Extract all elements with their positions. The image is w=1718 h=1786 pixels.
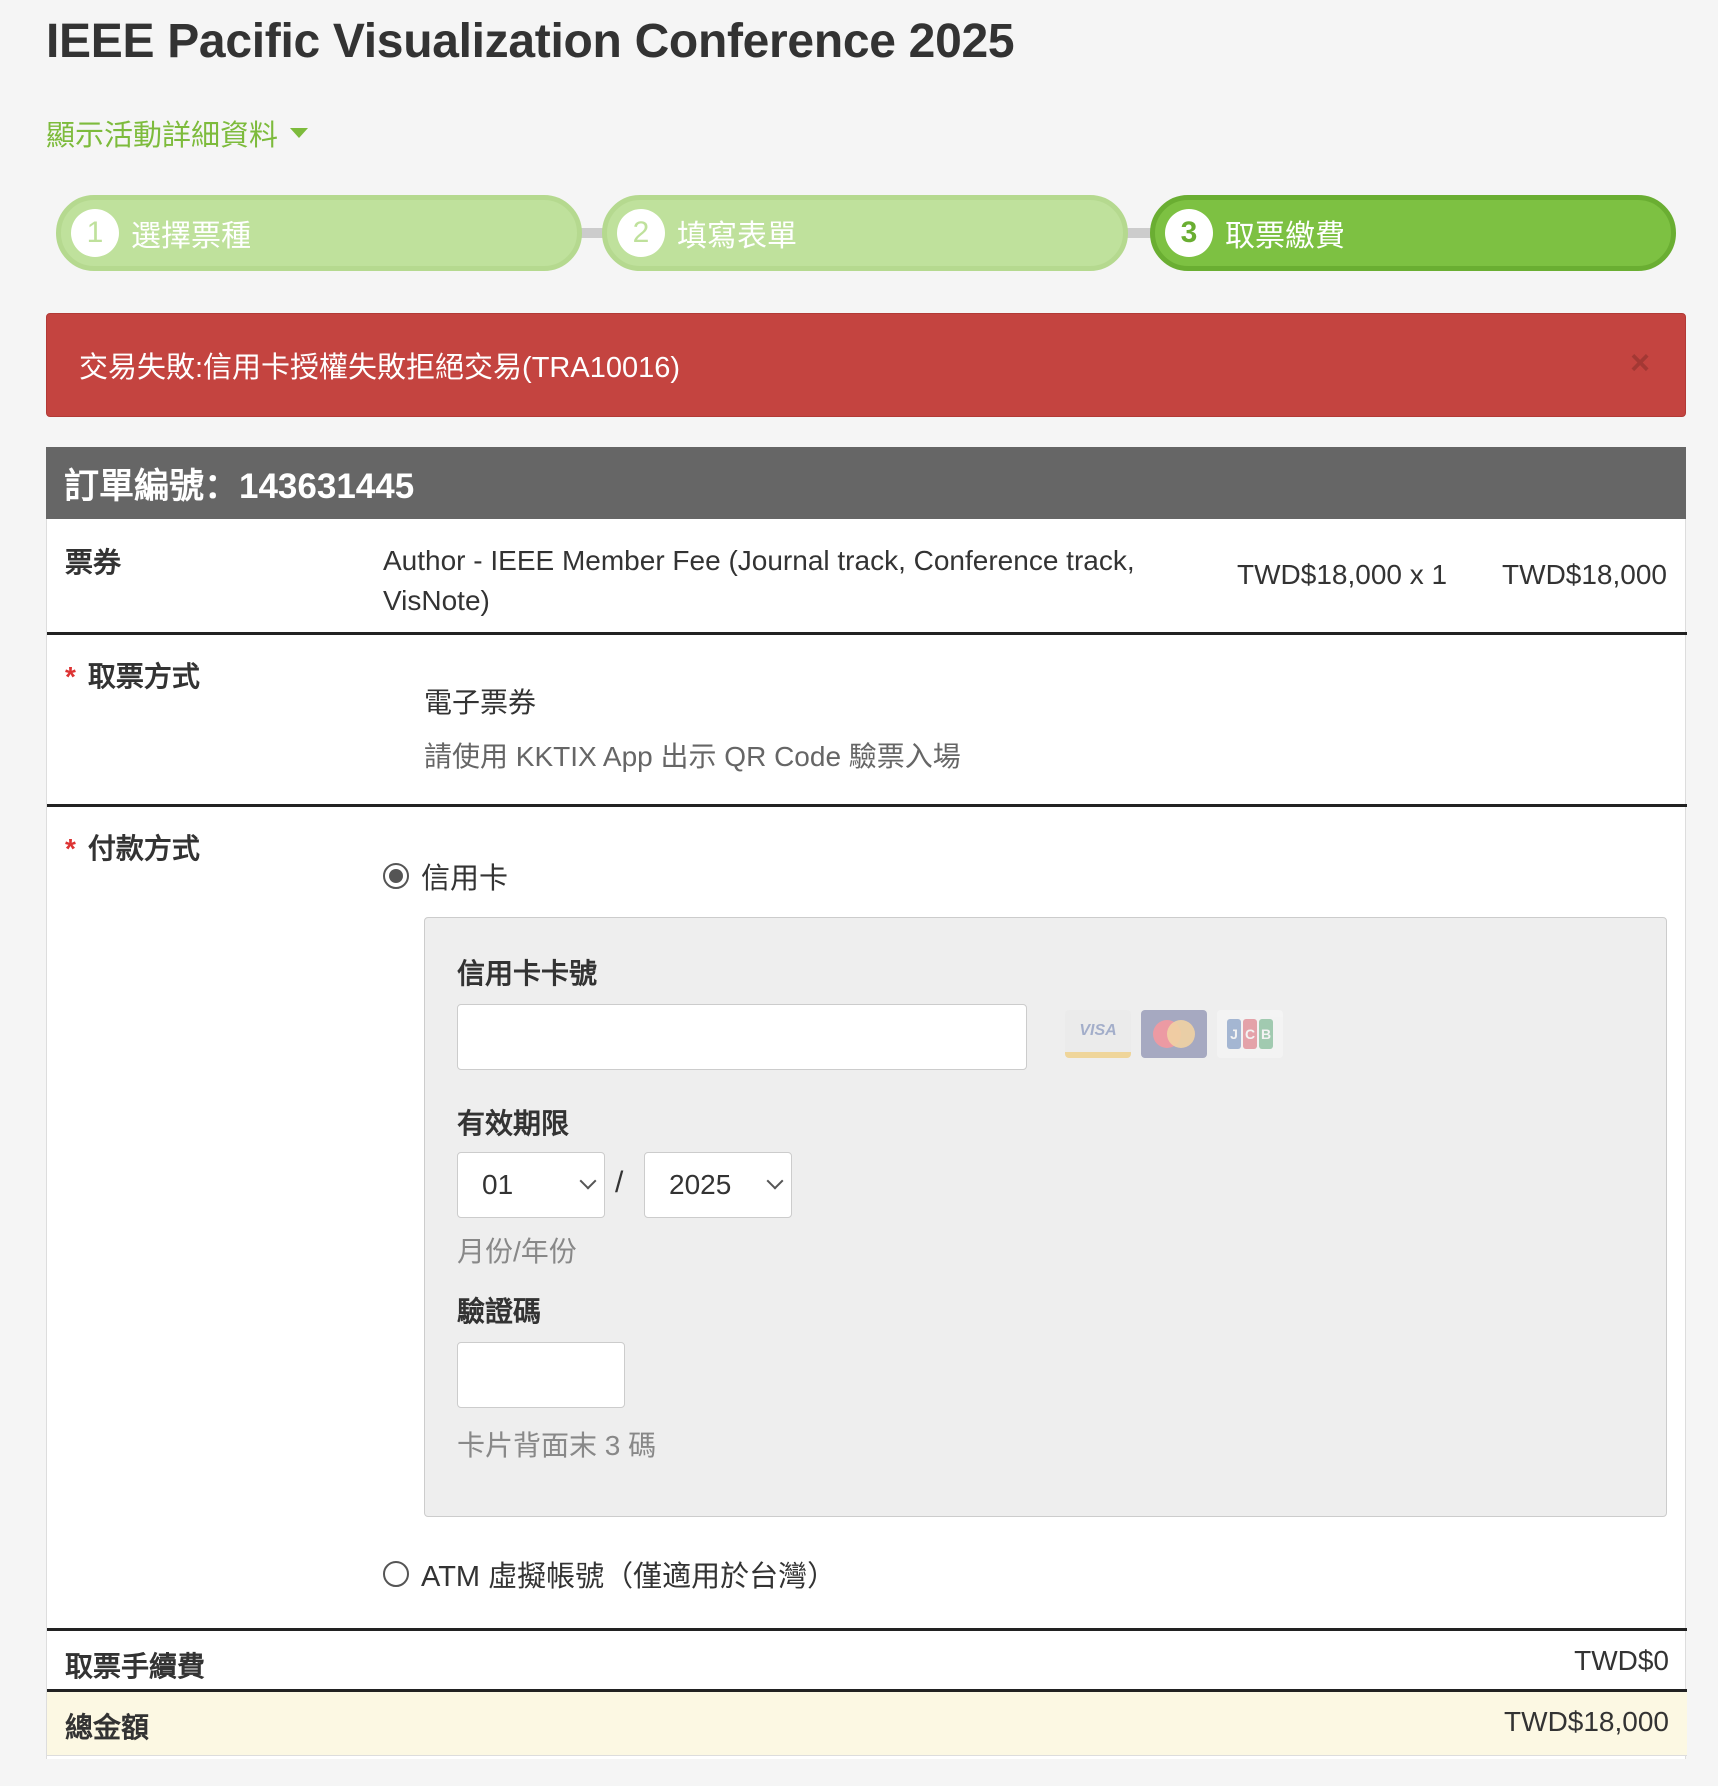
expiry-year-select[interactable]: 2025	[644, 1152, 792, 1218]
ticket-unit-price: TWD$18,000 x 1	[1237, 559, 1448, 590]
event-title: IEEE Pacific Visualization Conference 20…	[46, 15, 1015, 68]
credit-card-panel: 信用卡卡號 VISA JCB 有效期限 01 / 2025 月份/年份 驗證碼 …	[424, 917, 1667, 1517]
step-number: 3	[1165, 209, 1213, 257]
visa-icon: VISA	[1065, 1010, 1131, 1058]
total-label: 總金額	[65, 1712, 150, 1743]
expiry-separator: /	[615, 1166, 624, 1199]
progress-steps: 1 選擇票種 2 填寫表單 3 取票繳費	[56, 195, 1676, 271]
cvc-help: 卡片背面末 3 碼	[457, 1430, 657, 1461]
close-icon[interactable]: ×	[1625, 346, 1655, 380]
expiry-month-value: 01	[482, 1169, 514, 1200]
order-details: 票券 Author - IEEE Member Fee (Journal tra…	[46, 519, 1687, 1759]
step-number: 1	[71, 209, 119, 257]
step-select-ticket: 1 選擇票種	[56, 195, 582, 271]
chevron-down-icon	[766, 1172, 784, 1190]
delivery-method: 電子票券	[424, 687, 537, 718]
fee-label: 取票手續費	[65, 1651, 206, 1682]
card-number-label: 信用卡卡號	[457, 958, 598, 989]
fee-amount: TWD$0	[1574, 1645, 1669, 1676]
mastercard-icon	[1141, 1010, 1207, 1058]
order-number-header: 訂單編號：143631445	[46, 447, 1686, 519]
required-asterisk: *	[65, 661, 76, 692]
expiry-month-select[interactable]: 01	[457, 1152, 605, 1218]
step-label: 填寫表單	[677, 220, 797, 253]
ticket-total: TWD$18,000	[1502, 559, 1667, 590]
payment-label: * 付款方式	[65, 833, 200, 864]
checkout-page: IEEE Pacific Visualization Conference 20…	[0, 0, 1718, 1786]
step-payment: 3 取票繳費	[1150, 195, 1676, 271]
cvc-input[interactable]	[457, 1342, 625, 1408]
divider	[47, 804, 1687, 807]
error-alert: 交易失敗:信用卡授權失敗拒絕交易(TRA10016) ×	[46, 313, 1686, 417]
cvc-label: 驗證碼	[457, 1296, 542, 1327]
jcb-icon: JCB	[1217, 1010, 1283, 1058]
expiry-label: 有效期限	[457, 1108, 570, 1139]
delivery-label: * 取票方式	[65, 661, 200, 692]
expiry-year-value: 2025	[669, 1169, 732, 1200]
radio-label: ATM 虛擬帳號（僅適用於台灣）	[421, 1561, 837, 1593]
show-event-details-link[interactable]: 顯示活動詳細資料	[46, 112, 309, 154]
delivery-note: 請使用 KKTIX App 出示 QR Code 驗票入場	[424, 741, 961, 772]
step-number: 2	[617, 209, 665, 257]
chevron-down-icon	[579, 1172, 597, 1190]
payment-option-atm[interactable]: ATM 虛擬帳號（僅適用於台灣）	[383, 1553, 836, 1595]
radio-button-unchecked[interactable]	[383, 1561, 409, 1587]
ticket-name: Author - IEEE Member Fee (Journal track,…	[383, 545, 1135, 616]
total-row: 總金額 TWD$18,000	[47, 1692, 1687, 1756]
caret-down-icon	[290, 128, 309, 138]
radio-button-checked[interactable]	[383, 863, 409, 889]
ticket-label: 票券	[65, 547, 122, 578]
step-label: 選擇票種	[131, 220, 251, 253]
step-label: 取票繳費	[1225, 220, 1345, 253]
card-number-input[interactable]	[457, 1004, 1027, 1070]
total-amount: TWD$18,000	[1504, 1706, 1669, 1737]
card-brand-logos: VISA JCB	[1065, 1010, 1283, 1058]
error-message: 交易失敗:信用卡授權失敗拒絕交易(TRA10016)	[79, 352, 681, 384]
expiry-help: 月份/年份	[457, 1236, 577, 1267]
delivery-fee-row: 取票手續費 TWD$0	[47, 1631, 1687, 1689]
radio-label: 信用卡	[421, 863, 509, 895]
details-toggle-label: 顯示活動詳細資料	[46, 120, 279, 152]
required-asterisk: *	[65, 833, 76, 864]
payment-option-credit-card[interactable]: 信用卡	[383, 855, 508, 897]
divider	[47, 632, 1687, 635]
step-fill-form: 2 填寫表單	[602, 195, 1128, 271]
